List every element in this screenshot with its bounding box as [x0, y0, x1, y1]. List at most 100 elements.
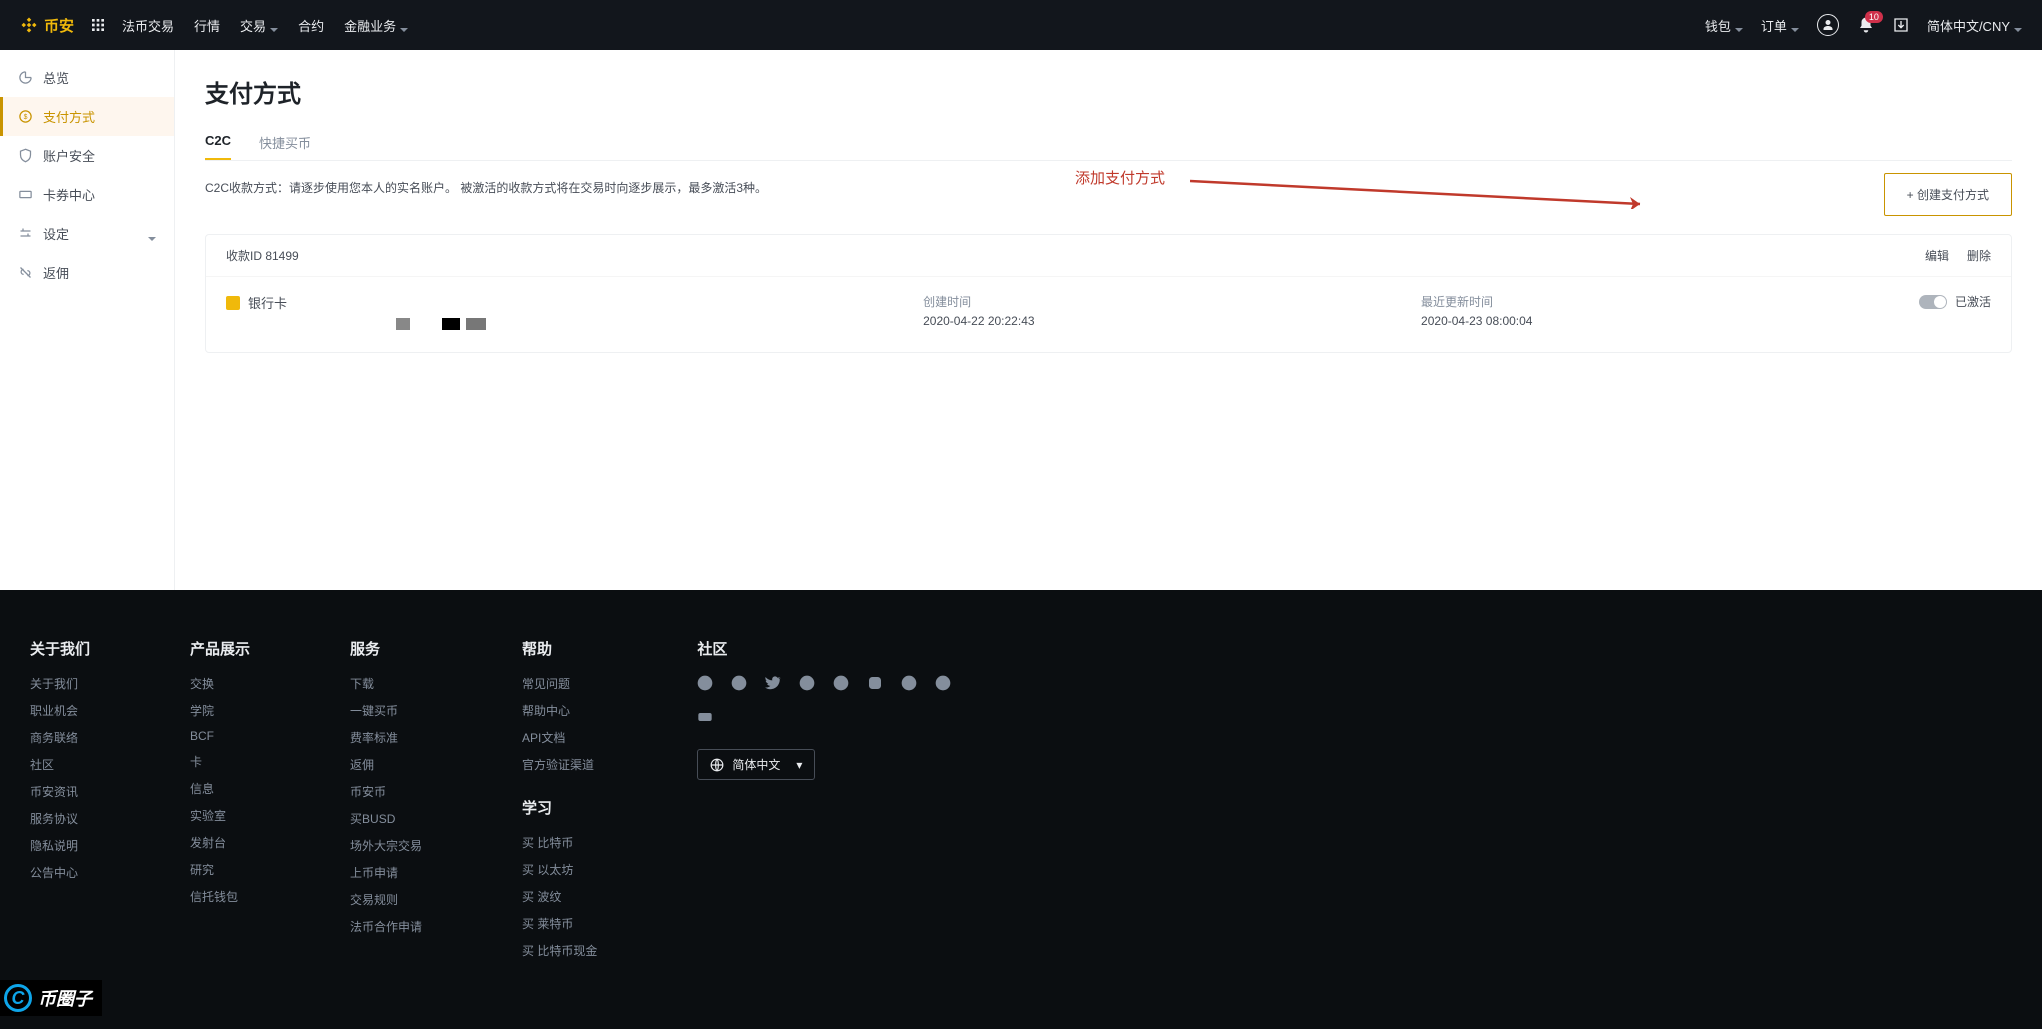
add-payment-button[interactable]: + 创建支付方式	[1884, 173, 2012, 216]
twitter-icon[interactable]	[765, 675, 781, 691]
reddit-icon[interactable]	[799, 675, 815, 691]
footer-link[interactable]: 场外大宗交易	[350, 837, 422, 854]
footer-link[interactable]: 实验室	[190, 807, 250, 824]
footer-link[interactable]: 发射台	[190, 834, 250, 851]
sidebar-item-coupon[interactable]: 卡券中心	[0, 175, 174, 214]
footer-link[interactable]: 上币申请	[350, 864, 422, 881]
wechat-icon[interactable]	[935, 675, 951, 691]
activate-toggle[interactable]	[1919, 295, 1947, 309]
footer-link[interactable]: 买 波纹	[522, 888, 597, 905]
dashboard-icon	[18, 70, 33, 85]
footer-link[interactable]: API文档	[522, 729, 597, 746]
footer-link[interactable]: 职业机会	[30, 702, 90, 719]
instagram-icon[interactable]	[867, 675, 883, 691]
footer-link[interactable]: 信托钱包	[190, 888, 250, 905]
youtube-icon[interactable]	[697, 709, 713, 725]
delete-button[interactable]: 删除	[1967, 247, 1991, 264]
top-nav: 币安 法币交易 行情 交易 合约 金融业务 钱包 订单 10 简体中文/CNY	[0, 0, 2042, 50]
tab-quick-buy[interactable]: 快捷买币	[259, 125, 311, 160]
footer-link[interactable]: 社区	[30, 756, 90, 773]
description-text: C2C收款方式：请逐步使用您本人的实名账户。 被激活的收款方式将在交易时向逐步展…	[205, 173, 767, 196]
binance-logo-icon	[20, 16, 38, 34]
language-selector[interactable]: 简体中文/CNY	[1927, 16, 2022, 35]
chevron-down-icon	[2014, 21, 2022, 29]
footer-link[interactable]: 买 莱特币	[522, 915, 597, 932]
nav-items: 法币交易 行情 交易 合约 金融业务	[122, 16, 408, 35]
payment-card: 收款ID 81499 编辑 删除 银行卡	[205, 234, 2012, 353]
download-app[interactable]	[1893, 17, 1909, 33]
chevron-down-icon	[400, 21, 408, 29]
footer-link[interactable]: 返佣	[350, 756, 422, 773]
page-title: 支付方式	[205, 74, 2012, 109]
sidebar-item-label: 设定	[43, 224, 69, 243]
apps-grid-icon[interactable]	[90, 17, 106, 33]
chevron-down-icon	[1735, 21, 1743, 29]
chevron-down-icon	[1791, 21, 1799, 29]
footer-col-title: 服务	[350, 638, 422, 659]
footer-link[interactable]: 买 比特币	[522, 834, 597, 851]
footer-link[interactable]: 买 以太坊	[522, 861, 597, 878]
footer-link[interactable]: 买 比特币现金	[522, 942, 597, 959]
footer-link[interactable]: 费率标准	[350, 729, 422, 746]
nav-fiat[interactable]: 法币交易	[122, 16, 174, 35]
payment-type: 银行卡	[226, 293, 923, 312]
nav-trade[interactable]: 交易	[240, 16, 278, 35]
footer-link[interactable]: 帮助中心	[522, 702, 597, 719]
sidebar-item-overview[interactable]: 总览	[0, 58, 174, 97]
medium-icon[interactable]	[901, 675, 917, 691]
weibo-icon[interactable]	[833, 675, 849, 691]
footer-link[interactable]: 法币合作申请	[350, 918, 422, 935]
footer-link[interactable]: 常见问题	[522, 675, 597, 692]
notification-badge: 10	[1865, 11, 1883, 23]
sidebar-item-label: 返佣	[43, 263, 69, 282]
status-label: 已激活	[1955, 293, 1991, 310]
wallet-menu[interactable]: 钱包	[1705, 16, 1743, 35]
footer-link[interactable]: 学院	[190, 702, 250, 719]
footer-link[interactable]: 交换	[190, 675, 250, 692]
card-header: 收款ID 81499 编辑 删除	[206, 235, 2011, 277]
sidebar-item-label: 卡券中心	[43, 185, 95, 204]
footer-link[interactable]: 交易规则	[350, 891, 422, 908]
footer-link[interactable]: 研究	[190, 861, 250, 878]
tab-c2c[interactable]: C2C	[205, 125, 231, 160]
download-icon	[1893, 17, 1909, 33]
footer-link[interactable]: 隐私说明	[30, 837, 90, 854]
footer-language-selector[interactable]: 简体中文 ▾	[697, 749, 815, 780]
footer-link[interactable]: 服务协议	[30, 810, 90, 827]
orders-menu[interactable]: 订单	[1761, 16, 1799, 35]
nav-futures[interactable]: 合约	[298, 16, 324, 35]
footer-link[interactable]: 信息	[190, 780, 250, 797]
nav-finance[interactable]: 金融业务	[344, 16, 408, 35]
main-layout: 总览 $ 支付方式 账户安全 卡券中心 设定 返佣 支付方式 C2C 快捷买币	[0, 50, 2042, 590]
brand-logo[interactable]: 币安	[20, 15, 74, 36]
footer-link[interactable]: 卡	[190, 753, 250, 770]
notifications[interactable]: 10	[1857, 16, 1875, 34]
footer-link[interactable]: 买BUSD	[350, 810, 422, 827]
footer-link[interactable]: 公告中心	[30, 864, 90, 881]
user-avatar[interactable]	[1817, 14, 1839, 36]
edit-button[interactable]: 编辑	[1925, 247, 1949, 264]
footer-col-title: 产品展示	[190, 638, 250, 659]
sidebar-item-settings[interactable]: 设定	[0, 214, 174, 253]
footer-link[interactable]: 币安币	[350, 783, 422, 800]
footer-link[interactable]: 关于我们	[30, 675, 90, 692]
footer-link[interactable]: 下载	[350, 675, 422, 692]
footer-link[interactable]: 商务联络	[30, 729, 90, 746]
sidebar-item-rebate[interactable]: 返佣	[0, 253, 174, 292]
footer-link[interactable]: 币安资讯	[30, 783, 90, 800]
facebook-icon[interactable]	[731, 675, 747, 691]
footer-link[interactable]: BCF	[190, 729, 250, 743]
brand-name: 币安	[44, 15, 74, 36]
sidebar: 总览 $ 支付方式 账户安全 卡券中心 设定 返佣	[0, 50, 175, 590]
ticket-icon	[18, 187, 33, 202]
created-label: 创建时间	[923, 293, 1421, 310]
payment-icon: $	[18, 109, 33, 124]
telegram-icon[interactable]	[697, 675, 713, 691]
footer-col-title: 社区	[697, 638, 977, 659]
nav-markets[interactable]: 行情	[194, 16, 220, 35]
footer-link[interactable]: 官方验证渠道	[522, 756, 597, 773]
sidebar-item-label: 支付方式	[43, 107, 95, 126]
footer-link[interactable]: 一键买币	[350, 702, 422, 719]
sidebar-item-payment[interactable]: $ 支付方式	[0, 97, 174, 136]
sidebar-item-security[interactable]: 账户安全	[0, 136, 174, 175]
